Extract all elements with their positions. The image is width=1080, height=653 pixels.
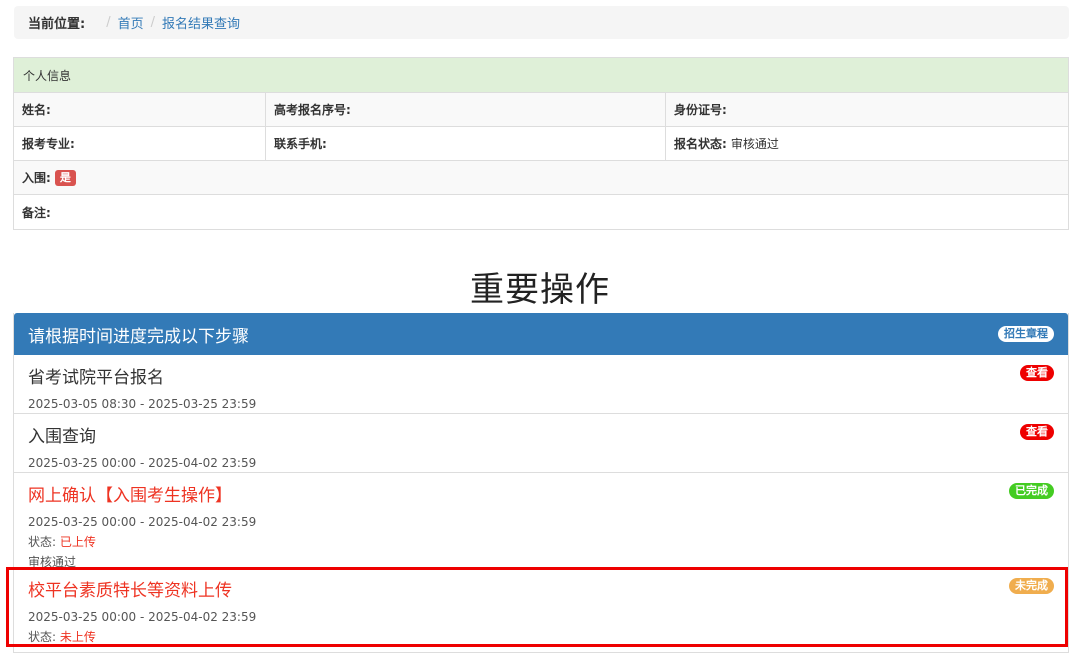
personal-info-header: 个人信息 <box>14 58 1068 93</box>
personal-info-table: 个人信息 姓名: 高考报名序号: 身份证号: 报考专业: 联系手机: 报名状态:… <box>13 57 1069 230</box>
breadcrumb-separator: / <box>150 15 155 30</box>
step-status-value: 已上传 <box>59 535 96 549</box>
step-status: 状态: 未上传 <box>28 628 1054 645</box>
step-time: 2025-03-25 00:00 - 2025-04-02 23:59 <box>28 456 257 470</box>
completed-badge: 已完成 <box>1009 483 1054 499</box>
steps-panel-heading: 请根据时间进度完成以下步骤 <box>28 326 249 347</box>
breadcrumb-current-link[interactable]: 报名结果查询 <box>162 13 240 32</box>
view-button[interactable]: 查看 <box>1020 424 1054 440</box>
info-row: 备注: <box>14 195 1068 229</box>
registration-status-value: 审核通过 <box>730 137 779 151</box>
info-row: 姓名: 高考报名序号: 身份证号: <box>14 93 1068 127</box>
breadcrumb: 当前位置: / 首页 / 报名结果查询 <box>14 6 1069 39</box>
step-time: 2025-03-25 00:00 - 2025-04-02 23:59 <box>28 610 257 624</box>
step-status-label: 状态: <box>28 535 57 549</box>
step-item: 网上确认【入围考生操作】 2025-03-25 00:00 - 2025-04-… <box>14 473 1068 569</box>
step-status: 状态: 已上传 <box>28 533 1054 550</box>
id-number-label: 身份证号: <box>674 103 727 117</box>
step-item: 校平台素质特长等资料上传 2025-03-25 00:00 - 2025-04-… <box>14 568 1068 651</box>
registration-status-label: 报名状态: <box>674 137 727 151</box>
breadcrumb-separator: / <box>106 15 111 30</box>
view-button[interactable]: 查看 <box>1020 365 1054 381</box>
step-name: 入围查询 <box>28 427 96 447</box>
step-time: 2025-03-05 08:30 - 2025-03-25 23:59 <box>28 397 257 411</box>
info-row: 入围: 是 <box>14 161 1068 195</box>
step-name-link[interactable]: 校平台素质特长等资料上传 <box>28 576 1054 601</box>
breadcrumb-label: 当前位置: <box>28 17 86 32</box>
shortlisted-label: 入围: <box>22 171 51 185</box>
exam-number-label: 高考报名序号: <box>274 103 351 117</box>
steps-panel: 请根据时间进度完成以下步骤 招生章程 省考试院平台报名 2025-03-05 0… <box>13 313 1069 653</box>
page-title: 重要操作 <box>470 270 610 310</box>
admission-charter-button[interactable]: 招生章程 <box>998 326 1054 342</box>
steps-panel-header: 请根据时间进度完成以下步骤 招生章程 <box>14 313 1068 355</box>
step-status-value: 未上传 <box>59 630 96 644</box>
step-name: 省考试院平台报名 <box>28 368 164 388</box>
step-item: 入围查询 2025-03-25 00:00 - 2025-04-02 23:59… <box>14 414 1068 473</box>
info-row: 报考专业: 联系手机: 报名状态: 审核通过 <box>14 127 1068 161</box>
step-time: 2025-03-25 00:00 - 2025-04-02 23:59 <box>28 515 257 529</box>
incomplete-badge: 未完成 <box>1009 578 1054 594</box>
step-name-link[interactable]: 网上确认【入围考生操作】 <box>28 481 1054 506</box>
shortlisted-badge: 是 <box>54 169 76 186</box>
step-item: 省考试院平台报名 2025-03-05 08:30 - 2025-03-25 2… <box>14 355 1068 414</box>
breadcrumb-home-link[interactable]: 首页 <box>118 13 144 32</box>
phone-label: 联系手机: <box>274 137 327 151</box>
step-status-label: 状态: <box>28 630 57 644</box>
major-label: 报考专业: <box>22 137 75 151</box>
remark-label: 备注: <box>22 205 51 220</box>
name-label: 姓名: <box>22 103 51 117</box>
